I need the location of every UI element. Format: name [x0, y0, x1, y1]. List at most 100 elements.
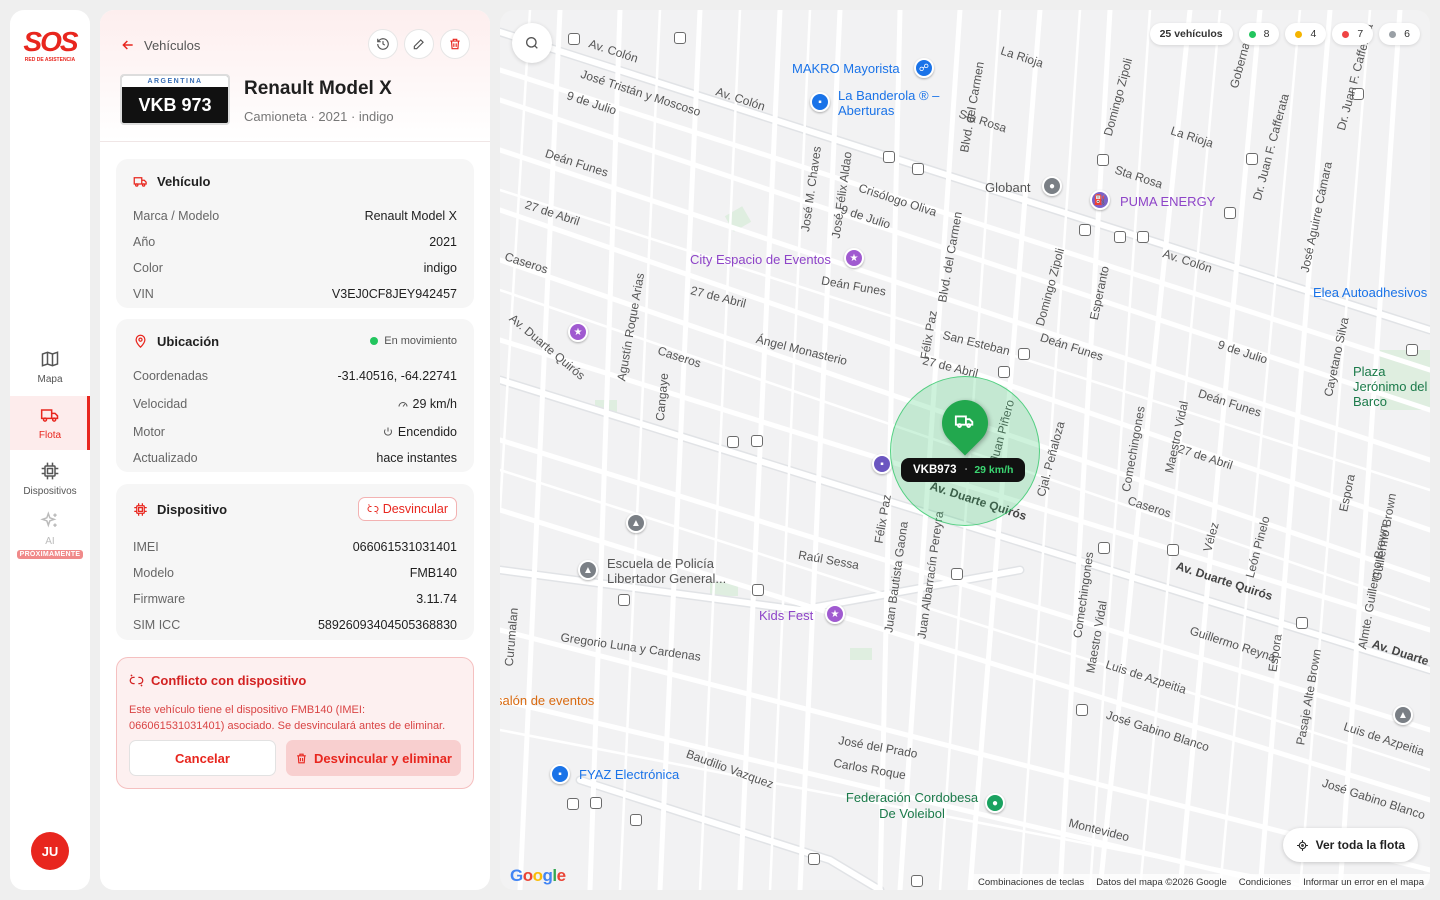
- row-value: hace instantes: [376, 451, 457, 465]
- location-card-heading: Ubicación: [157, 333, 220, 349]
- row-key: Año: [133, 235, 156, 249]
- nav-item-ai[interactable]: AI PRÓXIMAMENTE: [10, 508, 90, 562]
- bus-stop-icon: [727, 436, 739, 448]
- nav-item-flota[interactable]: Flota: [10, 396, 90, 450]
- info-row: Velocidad 29 km/h: [133, 389, 457, 419]
- fuel-station-icon[interactable]: ⛽: [1090, 190, 1110, 210]
- row-value: 2021: [429, 235, 457, 249]
- bus-stop-icon: [751, 435, 763, 447]
- nav-item-mapa[interactable]: Mapa: [10, 340, 90, 394]
- bus-stop-icon: [998, 366, 1010, 378]
- device-card: Dispositivo Desvincular IMEI 066061531031…: [116, 484, 474, 640]
- bus-stop-icon: [1114, 231, 1126, 243]
- edit-button[interactable]: [404, 29, 434, 59]
- row-value: 3.11.74: [416, 592, 457, 606]
- shopping-bag-icon[interactable]: ▪: [810, 92, 830, 112]
- sports-icon[interactable]: ●: [985, 793, 1005, 813]
- poi-label[interactable]: Federación Cordobesa De Voleibol: [837, 790, 987, 822]
- nav-item-dispositivos[interactable]: Dispositivos: [10, 452, 90, 506]
- vehicle-card-title: Vehículo: [133, 159, 457, 203]
- unlink-and-delete-button[interactable]: Desvincular y eliminar: [286, 740, 461, 776]
- shopping-bag-icon[interactable]: ▪: [550, 764, 570, 784]
- cancel-button[interactable]: Cancelar: [129, 740, 276, 776]
- school-icon[interactable]: ▲: [578, 560, 598, 580]
- event-venue-icon[interactable]: ★: [568, 322, 588, 342]
- poi-label[interactable]: PUMA ENERGY: [1120, 194, 1215, 209]
- brand-logo[interactable]: SOS RED DE ASISTENCIA: [10, 28, 90, 64]
- poi-label[interactable]: Globant: [985, 180, 1031, 195]
- yellow-count: 4: [1310, 28, 1317, 40]
- power-icon: [383, 427, 392, 436]
- row-key: Firmware: [133, 592, 186, 606]
- delete-button[interactable]: [440, 29, 470, 59]
- row-value: -31.40516, -64.22741: [337, 369, 457, 383]
- view-all-fleet-label: Ver toda la flota: [1315, 838, 1405, 852]
- bus-stop-icon: [630, 814, 642, 826]
- nav-label-ai: AI: [45, 536, 55, 547]
- shopping-cart-icon[interactable]: ☍: [914, 58, 934, 78]
- status-badge: En movimiento: [370, 335, 457, 347]
- vehicle-tag-speed: 29 km/h: [974, 464, 1014, 476]
- map-search-button[interactable]: [512, 23, 552, 63]
- brand-tagline: RED DE ASISTENCIA: [24, 57, 76, 63]
- sparkles-icon: [40, 511, 57, 528]
- plate-country: ARGENTINA: [122, 76, 228, 87]
- bus-stop-icon: [1296, 617, 1308, 629]
- keyboard-shortcuts-link[interactable]: Combinaciones de teclas: [978, 877, 1084, 888]
- license-plate: ARGENTINA VKB 973: [120, 74, 230, 125]
- chip-icon: [134, 502, 147, 516]
- bus-station-icon[interactable]: ▪: [872, 454, 892, 474]
- map-view[interactable]: Av. Colón Av. Colón Av. Colón José Trist…: [500, 10, 1430, 890]
- poi-label[interactable]: salón de eventos: [500, 693, 594, 708]
- map-icon: [41, 351, 59, 367]
- poi-label[interactable]: La Banderola ® – Aberturas: [838, 88, 948, 118]
- unlink-label: Desvincular: [382, 502, 448, 516]
- map-data-credit: Datos del mapa ©2026 Google: [1096, 876, 1227, 888]
- bus-stop-icon: [1076, 704, 1088, 716]
- poi-label[interactable]: Elea Autoadhesivos: [1313, 285, 1427, 300]
- bus-stop-icon: [1224, 207, 1236, 219]
- status-dot-green: [1248, 30, 1256, 38]
- poi-label[interactable]: FYAZ Electrónica: [579, 767, 679, 782]
- yellow-status-chip[interactable]: 4: [1285, 23, 1327, 45]
- report-error-link[interactable]: Informar un error en el mapa: [1303, 877, 1424, 888]
- device-card-heading: Dispositivo: [157, 501, 228, 517]
- nav-label-flota: Flota: [38, 430, 62, 441]
- poi-label[interactable]: MAKRO Mayorista: [792, 61, 900, 76]
- bus-stop-icon: [1079, 224, 1091, 236]
- row-key: Marca / Modelo: [133, 209, 220, 223]
- event-venue-icon[interactable]: ★: [844, 248, 864, 268]
- bus-stop-icon: [912, 163, 924, 175]
- green-status-chip[interactable]: 8: [1238, 23, 1280, 45]
- gray-status-chip[interactable]: 6: [1379, 23, 1420, 45]
- school-icon[interactable]: ▲: [1393, 705, 1413, 725]
- vehicle-tag[interactable]: VKB973 · 29 km/h: [901, 458, 1026, 482]
- poi-label[interactable]: Plaza Jerónimo del Barco: [1353, 364, 1430, 409]
- main-nav: Mapa Flota Dispositivos AI PRÓXIMAMENTE: [10, 340, 90, 564]
- unlink-device-button[interactable]: Desvincular: [357, 497, 457, 521]
- vehicle-subtitle: Camioneta · 2021 · indigo: [244, 109, 394, 124]
- unlink-and-delete-label: Desvincular y eliminar: [313, 750, 452, 766]
- total-vehicles-chip[interactable]: 25 vehículos: [1149, 23, 1233, 45]
- event-venue-icon[interactable]: ★: [825, 604, 845, 624]
- fleet-status-chips: 25 vehículos 8 4 7 6: [1144, 23, 1420, 45]
- row-key: SIM ICC: [133, 618, 181, 632]
- poi-label[interactable]: City Espacio de Eventos: [690, 252, 831, 267]
- poi-label[interactable]: Kids Fest: [759, 608, 813, 623]
- truck-icon: [40, 409, 59, 422]
- side-rail: SOS RED DE ASISTENCIA Mapa Flota Disposi…: [10, 10, 90, 890]
- row-key: Color: [133, 261, 163, 275]
- school-icon[interactable]: ▲: [626, 513, 646, 533]
- bus-stop-icon: [1246, 153, 1258, 165]
- terms-link[interactable]: Condiciones: [1239, 877, 1291, 888]
- bus-stop-icon: [674, 32, 686, 44]
- history-button[interactable]: [368, 29, 398, 59]
- panel-header: Vehículos ARGENTINA VKB 973 Renault Mode…: [100, 10, 490, 142]
- back-link[interactable]: Vehículos: [120, 37, 200, 53]
- red-status-chip[interactable]: 7: [1332, 23, 1374, 45]
- view-all-fleet-button[interactable]: Ver toda la flota: [1282, 828, 1418, 862]
- poi-label[interactable]: Escuela de Policía Libertador General...: [607, 556, 757, 586]
- user-avatar[interactable]: JU: [31, 832, 69, 870]
- location-pin-icon[interactable]: ●: [1042, 176, 1062, 196]
- status-label: En movimiento: [384, 335, 457, 347]
